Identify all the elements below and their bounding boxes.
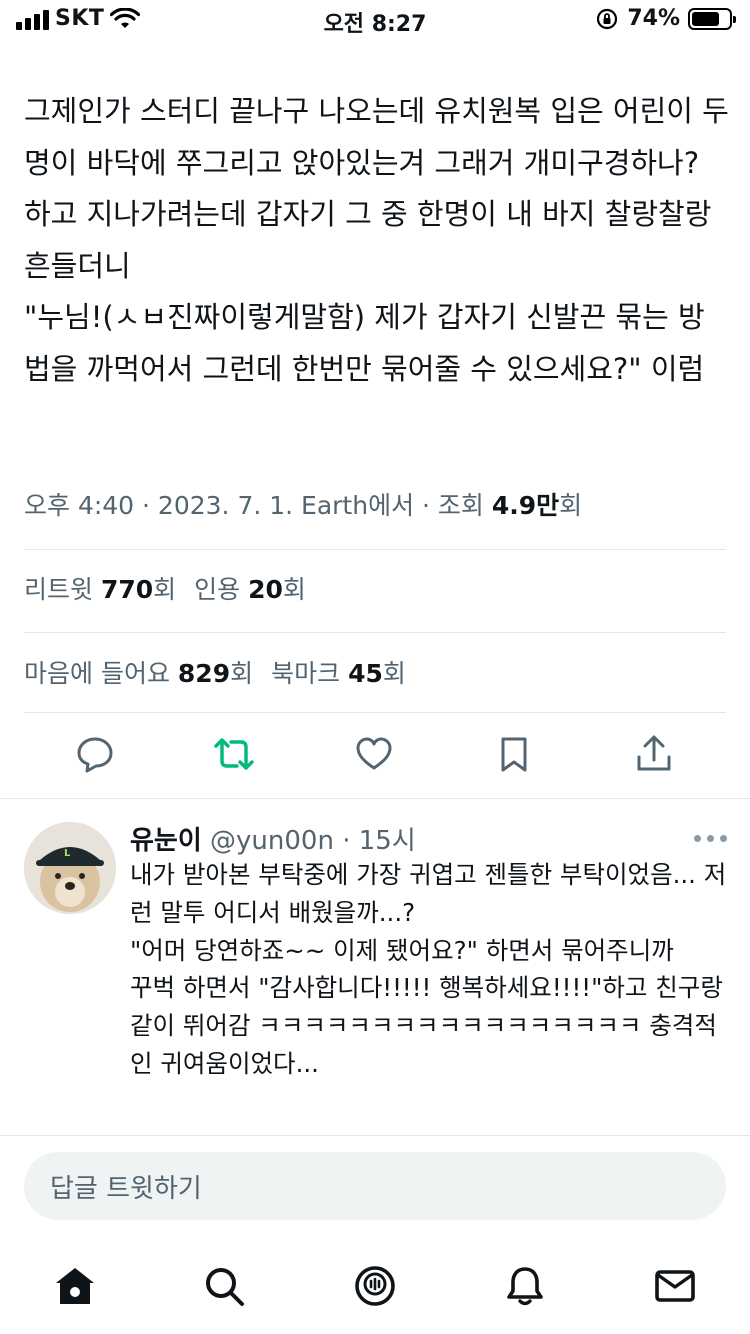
quotes-count: 20 [248,575,283,604]
quotes-suffix: 회 [282,575,306,604]
quotes-label: 인용 [194,575,249,604]
nav-home[interactable] [51,1262,99,1310]
search-icon [206,1268,244,1306]
divider [0,1135,750,1136]
nav-spaces[interactable] [351,1262,399,1310]
battery-icon [688,7,736,30]
reply-author-handle: @yun00n · 15시 [201,826,416,856]
likes-suffix: 회 [230,659,254,688]
bookmarks-count: 45 [348,659,383,688]
reply-text: 내가 받아본 부탁중에 가장 귀엽고 젠틀한 부탁이었음... 저런 말투 어디… [130,860,727,1078]
retweet-button[interactable] [212,732,256,776]
reply-input-placeholder: 답글 트윗하기 [50,1173,202,1204]
tweet-actions [0,732,750,784]
reply-input[interactable]: 답글 트윗하기 [24,1152,726,1220]
bookmarks-label: 북마크 [271,659,349,688]
retweets-label: 리트윗 [24,575,101,604]
bookmarks-stat[interactable]: 북마크 45회 [271,659,406,688]
stats-likes-bookmarks: 마음에 들어요 829회 북마크 45회 [24,654,406,690]
battery-fill [692,11,719,26]
likes-count: 829 [177,659,231,688]
svg-text:L: L [64,848,71,859]
like-button[interactable] [352,732,396,776]
divider [0,798,750,799]
orientation-lock-icon [597,8,618,29]
retweet-icon [214,738,254,770]
battery-percent: 74% [627,6,680,31]
home-icon [56,1268,94,1304]
tweet-meta-prefix: 오후 4:40 · 2023. 7. 1. Earth에서 · 조회 [24,491,492,520]
retweets-suffix: 회 [153,575,177,604]
retweets-stat[interactable]: 리트윗 770회 [24,575,176,604]
retweets-count: 770 [100,575,154,604]
tweet-text: 그제인가 스터디 끝나구 나오는데 유치원복 입은 어린이 두명이 바닥에 쭈그… [24,94,729,386]
quotes-stat[interactable]: 인용 20회 [194,575,306,604]
divider [24,549,726,550]
status-right: 74% [595,6,736,31]
reply-author-name[interactable]: 유눈이 [130,826,202,856]
speech-bubble-icon [77,737,113,773]
share-icon [637,735,671,771]
bookmarks-suffix: 회 [382,659,406,688]
more-options-icon[interactable] [690,828,730,848]
bottom-navigation [0,1254,750,1318]
likes-stat[interactable]: 마음에 들어요 829회 [24,659,253,688]
reply-header: 유눈이 @yun00n · 15시 [130,820,416,857]
nav-notifications[interactable] [501,1262,549,1310]
share-button[interactable] [632,732,676,776]
bear-avatar-image: L [24,822,116,914]
reply-button[interactable] [73,732,117,776]
stats-retweets-quotes: 리트윗 770회 인용 20회 [24,570,306,606]
nav-search[interactable] [200,1262,248,1310]
likes-label: 마음에 들어요 [24,659,178,688]
nav-messages[interactable] [651,1262,699,1310]
bookmark-icon [501,737,527,772]
tweet-views-count: 4.9만 [491,491,560,520]
tweet-meta: 오후 4:40 · 2023. 7. 1. Earth에서 · 조회 4.9만회 [24,486,582,522]
messages-envelope-icon [655,1270,695,1302]
divider [24,632,726,633]
bookmark-button[interactable] [492,732,536,776]
divider [24,712,726,713]
heart-icon [356,737,392,770]
tweet-views-suffix: 회 [559,491,583,520]
notifications-bell-icon [507,1267,543,1306]
status-bar: SKT 오전 8:27 74% [0,0,750,40]
spaces-icon [355,1266,395,1306]
avatar[interactable]: L [24,822,116,914]
